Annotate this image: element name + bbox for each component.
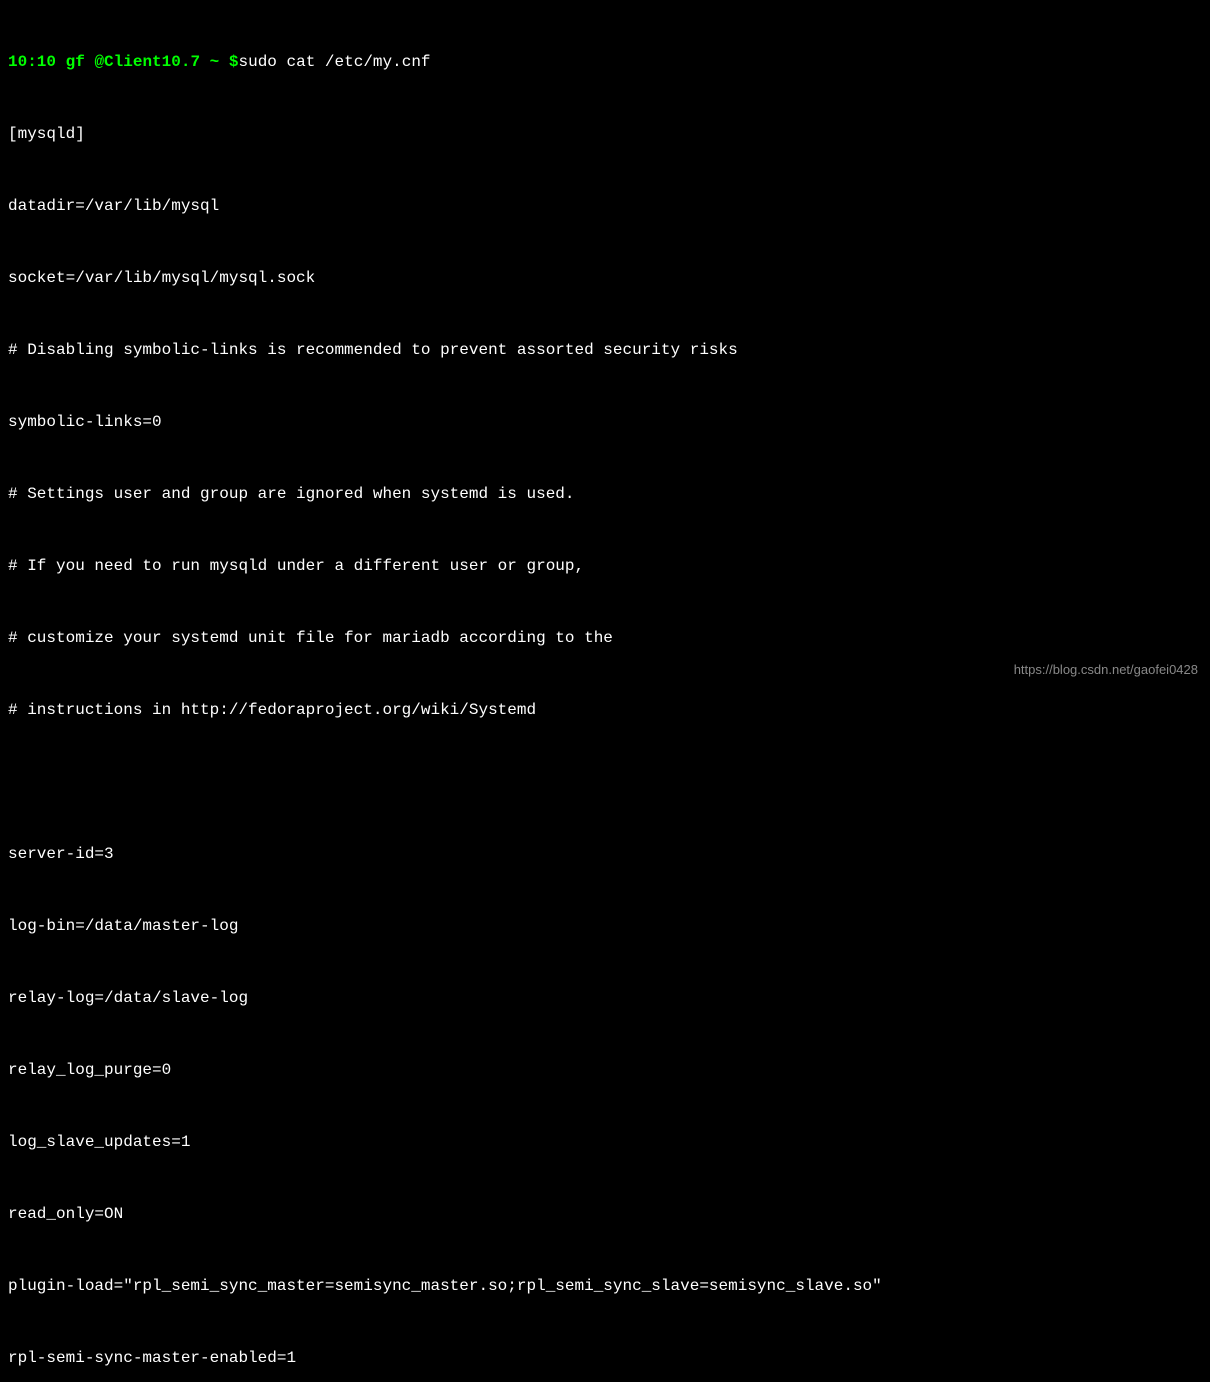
output-line: symbolic-links=0 (8, 410, 1202, 434)
output-line: rpl-semi-sync-master-enabled=1 (8, 1346, 1202, 1370)
output-line: socket=/var/lib/mysql/mysql.sock (8, 266, 1202, 290)
output-line: # instructions in http://fedoraproject.o… (8, 698, 1202, 722)
command-text: sudo cat /etc/my.cnf (239, 53, 431, 71)
output-line: log-bin=/data/master-log (8, 914, 1202, 938)
terminal-window[interactable]: 10:10 gf @Client10.7 ~ $sudo cat /etc/my… (8, 2, 1202, 1382)
output-line: # Disabling symbolic-links is recommende… (8, 338, 1202, 362)
output-line: log_slave_updates=1 (8, 1130, 1202, 1154)
output-line: datadir=/var/lib/mysql (8, 194, 1202, 218)
prompt-line-1: 10:10 gf @Client10.7 ~ $sudo cat /etc/my… (8, 50, 1202, 74)
output-line: read_only=ON (8, 1202, 1202, 1226)
output-line: # If you need to run mysqld under a diff… (8, 554, 1202, 578)
prompt-host: @Client10.7 (94, 53, 200, 71)
prompt-time: 10:10 (8, 53, 56, 71)
output-line: relay_log_purge=0 (8, 1058, 1202, 1082)
output-line: [mysqld] (8, 122, 1202, 146)
output-line: server-id=3 (8, 842, 1202, 866)
output-line: # customize your systemd unit file for m… (8, 626, 1202, 650)
output-line (8, 770, 1202, 794)
output-line: relay-log=/data/slave-log (8, 986, 1202, 1010)
output-line: # Settings user and group are ignored wh… (8, 482, 1202, 506)
output-line: plugin-load="rpl_semi_sync_master=semisy… (8, 1274, 1202, 1298)
prompt-user: gf (66, 53, 85, 71)
watermark-text: https://blog.csdn.net/gaofei0428 (1014, 660, 1198, 680)
prompt-dollar: $ (229, 53, 239, 71)
prompt-path: ~ (210, 53, 220, 71)
